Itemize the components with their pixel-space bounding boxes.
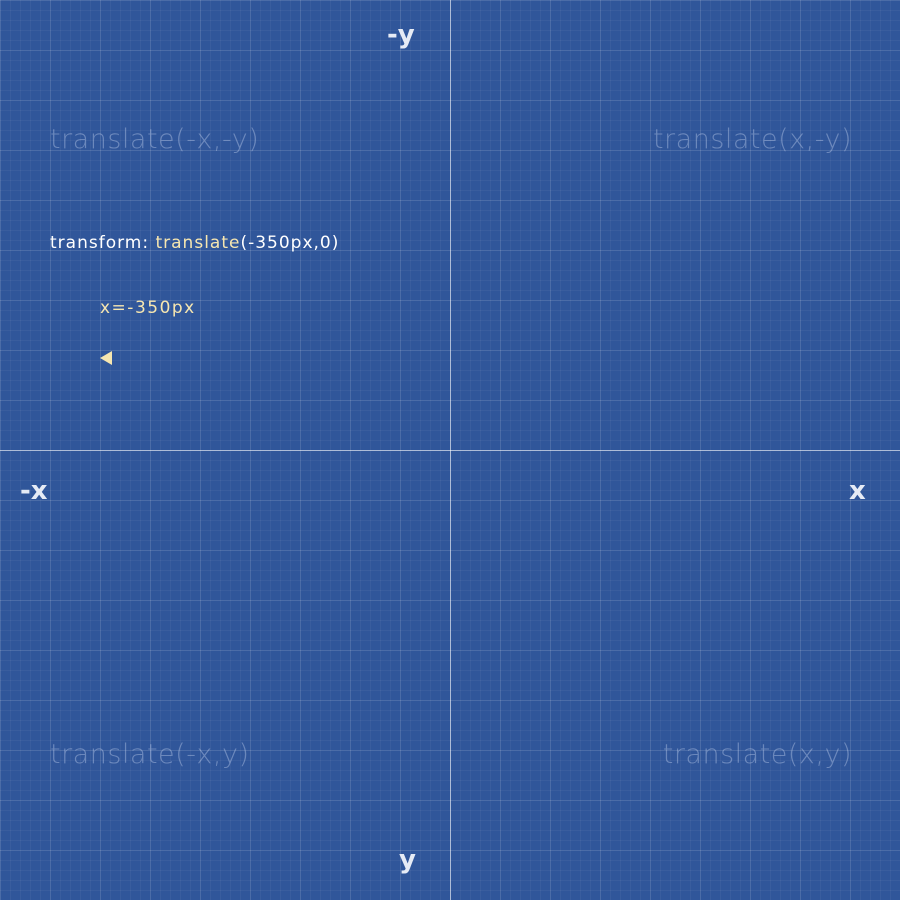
transform-declaration: transform: translate(-350px,0) xyxy=(50,233,339,253)
neg-y-axis-label: -y xyxy=(387,20,415,50)
coordinate-grid: -y y -x x translate(-x,-y) translate(x,-… xyxy=(0,0,900,900)
quadrant-label-top-right: translate(x,-y) xyxy=(652,124,852,155)
left-arrow-icon xyxy=(100,351,246,365)
x-value-readout: x=-350px xyxy=(100,298,196,318)
y-axis-line xyxy=(450,0,451,900)
neg-x-axis-label: -x xyxy=(20,476,48,506)
pos-x-axis-label: x xyxy=(849,476,866,506)
transform-property: transform: xyxy=(50,233,156,253)
quadrant-label-bottom-left: translate(-x,y) xyxy=(50,739,250,770)
quadrant-label-bottom-right: translate(x,y) xyxy=(662,739,852,770)
pos-y-axis-label: y xyxy=(399,845,416,875)
arrow-head xyxy=(100,351,112,365)
transform-function: translate xyxy=(155,233,241,253)
transform-arguments: (-350px,0) xyxy=(240,233,340,253)
quadrant-label-top-left: translate(-x,-y) xyxy=(50,124,260,155)
